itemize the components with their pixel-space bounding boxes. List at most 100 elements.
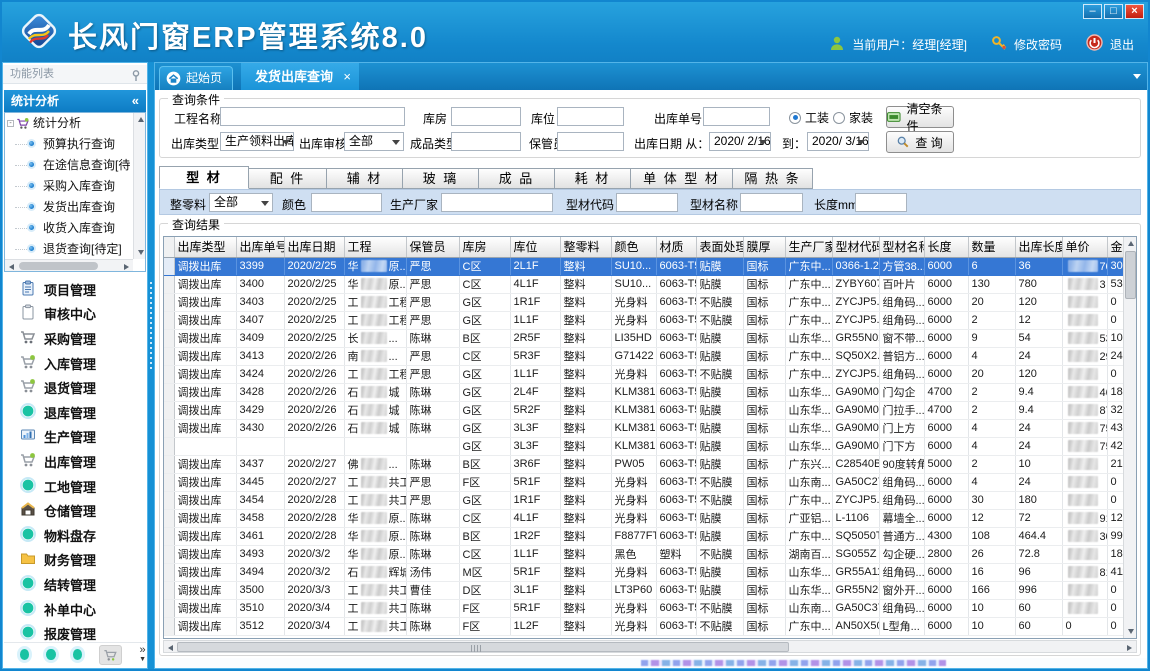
table-row[interactable]: 调拨出库34002020/2/25华原...严思C区4L1F整料SU10...6…	[164, 275, 1123, 293]
dot-icon[interactable]	[73, 649, 82, 660]
material-tab[interactable]: 成 品	[479, 168, 555, 189]
table-row[interactable]: 调拨出库34372020/2/27佛...陈琳B区3R6F整料PW056063-…	[164, 455, 1123, 473]
column-header[interactable]: 出库长度	[1015, 237, 1062, 257]
scroll-up-icon[interactable]	[134, 113, 146, 126]
column-header[interactable]: 出库日期	[284, 237, 344, 257]
tab-list-caret-icon[interactable]	[1133, 74, 1141, 79]
manufacturer-input[interactable]	[441, 193, 553, 212]
clear-conditions-button[interactable]: 清空条件	[886, 106, 954, 128]
search-button[interactable]: 查 询	[886, 131, 954, 153]
table-row[interactable]: 调拨出库34612020/2/28华原...陈琳B区1R2F整料F8877FT6…	[164, 527, 1123, 545]
audit-combo[interactable]: 全部	[344, 132, 404, 151]
scroll-up-icon[interactable]	[1124, 237, 1137, 250]
sidebar-menu-item[interactable]: 生产管理	[4, 425, 146, 450]
tree-item[interactable]: 收货入库查询	[5, 218, 145, 239]
table-horizontal-scrollbar[interactable]	[163, 640, 1137, 653]
sidebar-menu-item[interactable]: 采购管理	[4, 326, 146, 351]
project-name-input[interactable]	[220, 107, 405, 126]
table-row[interactable]: 调拨出库34282020/2/26石城陈琳G区2L4F整料KLM38176063…	[164, 383, 1123, 401]
collapse-icon[interactable]: «	[132, 90, 139, 112]
table-row[interactable]: 调拨出库35122020/3/4工共工程陈琳F区1L2F整料光身料6063-T5…	[164, 617, 1123, 635]
column-header[interactable]: 出库单号	[236, 237, 284, 257]
table-row[interactable]: 调拨出库34242020/2/26工工程严思G区1L1F整料光身料6063-T5…	[164, 365, 1123, 383]
length-input[interactable]	[855, 193, 907, 212]
sidebar-menu-item[interactable]: 仓储管理	[4, 498, 146, 523]
material-tab[interactable]: 配 件	[249, 168, 327, 189]
scrollbar-thumb[interactable]	[177, 642, 789, 652]
tab-close-icon[interactable]: ×	[343, 63, 351, 90]
sidebar-menu-item[interactable]: 退库管理	[4, 400, 146, 425]
radio-homewear[interactable]: 家装	[833, 109, 873, 126]
column-header[interactable]: 生产厂家	[785, 237, 832, 257]
close-button[interactable]: ×	[1125, 4, 1144, 19]
sidebar-menu-item[interactable]: 项目管理	[4, 277, 146, 302]
section-header-statistics[interactable]: 统计分析 «	[4, 90, 146, 112]
scroll-left-icon[interactable]	[164, 641, 177, 654]
date-to-picker[interactable]: 2020/ 3/16	[807, 132, 869, 151]
profile-name-input[interactable]	[740, 193, 803, 212]
radio-workwear[interactable]: 工装	[789, 109, 829, 126]
dot-icon[interactable]	[20, 649, 29, 660]
table-row[interactable]: 调拨出库34932020/3/2华原...陈琳C区1L1F整料黑色塑料不贴膜国标…	[164, 545, 1123, 563]
table-row[interactable]: 调拨出库34302020/2/26石城陈琳G区3L3F整料KLM38176063…	[164, 419, 1123, 437]
product-type-input[interactable]	[451, 132, 521, 151]
cart-shortcut-button[interactable]	[99, 645, 122, 665]
column-header[interactable]: 表面处理	[696, 237, 743, 257]
column-header[interactable]: 工程	[344, 237, 406, 257]
column-header[interactable]: 材质	[656, 237, 696, 257]
table-row[interactable]: 调拨出库34542020/2/28工共工程严思G区1R1F整料光身料6063-T…	[164, 491, 1123, 509]
tree-item[interactable]: 预算执行查询	[5, 134, 145, 155]
sidebar-menu-item[interactable]: 补单中心	[4, 597, 146, 622]
keeper-input[interactable]	[557, 132, 624, 151]
pin-icon[interactable]	[131, 69, 141, 80]
minimize-button[interactable]: –	[1083, 4, 1102, 19]
column-header[interactable]: 单价	[1062, 237, 1107, 257]
tab-outbound-query[interactable]: 发货出库查询 ×	[241, 63, 359, 90]
profile-code-input[interactable]	[616, 193, 678, 212]
column-header[interactable]: 型材名称	[879, 237, 924, 257]
material-tab[interactable]: 耗 材	[555, 168, 631, 189]
sidebar-menu-item[interactable]: 工地管理	[4, 474, 146, 499]
scroll-right-icon[interactable]	[1123, 641, 1136, 654]
sidebar-menu-item[interactable]: 财务管理	[4, 548, 146, 573]
tree-item[interactable]: 退货查询[待定]	[5, 239, 145, 260]
table-row[interactable]: 调拨出库34032020/2/25工工程严思G区1R1F整料光身料6063-T5…	[164, 293, 1123, 311]
column-header[interactable]: 金	[1107, 237, 1123, 257]
scrollbar-thumb[interactable]	[1125, 251, 1136, 299]
table-row[interactable]: G区3L3F整料KLM38176063-T5贴膜国标山东华...GA90M09.…	[164, 437, 1123, 455]
table-row[interactable]: 调拨出库34582020/2/28华原...陈琳C区4L1F整料光身料6063-…	[164, 509, 1123, 527]
table-row[interactable]: 调拨出库34452020/2/27工共工程严思F区5R1F整料光身料6063-T…	[164, 473, 1123, 491]
column-header[interactable]: 库位	[510, 237, 560, 257]
sidebar-menu-item[interactable]: 出库管理	[4, 449, 146, 474]
column-header[interactable]: 型材代码	[832, 237, 879, 257]
scrollbar-thumb[interactable]	[19, 262, 98, 270]
tree-horizontal-scrollbar[interactable]	[5, 259, 133, 271]
column-header[interactable]: 膜厚	[743, 237, 785, 257]
material-tab[interactable]: 辅 材	[327, 168, 403, 189]
tree-item[interactable]: 在途信息查询[待	[5, 155, 145, 176]
scroll-right-icon[interactable]	[120, 260, 133, 272]
sidebar-menu-item[interactable]: 入库管理	[4, 351, 146, 376]
tree-item[interactable]: 采购入库查询	[5, 176, 145, 197]
maximize-button[interactable]: □	[1104, 4, 1123, 19]
sidebar-menu-item[interactable]: 退货管理	[4, 375, 146, 400]
table-row[interactable]: 调拨出库34292020/2/26石城陈琳G区5R2F整料KLM38176063…	[164, 401, 1123, 419]
column-header[interactable]: 库房	[459, 237, 510, 257]
table-row[interactable]: 调拨出库34132020/2/26南...严思C区5R3F整料G71422606…	[164, 347, 1123, 365]
warehouse-input[interactable]	[451, 107, 521, 126]
tree-item[interactable]: 发货出库查询	[5, 197, 145, 218]
location-input[interactable]	[557, 107, 624, 126]
table-row[interactable]: 调拨出库34072020/2/25工工程严思G区1L1F整料光身料6063-T5…	[164, 311, 1123, 329]
column-header[interactable]: 保管员	[406, 237, 459, 257]
material-tab[interactable]: 单 体 型 材	[631, 168, 733, 189]
tree-expander-icon[interactable]: -	[7, 120, 14, 127]
column-header[interactable]: 出库类型	[174, 237, 236, 257]
material-tab[interactable]: 玻 璃	[403, 168, 479, 189]
date-from-picker[interactable]: 2020/ 2/16	[709, 132, 771, 151]
scroll-left-icon[interactable]	[5, 260, 18, 272]
dot-icon[interactable]	[46, 649, 55, 660]
scroll-down-icon[interactable]	[1124, 625, 1137, 638]
column-header[interactable]: 数量	[968, 237, 1015, 257]
table-row[interactable]: 调拨出库34942020/3/2石辉城汤伟M区5R1F整料光身料6063-T5贴…	[164, 563, 1123, 581]
logout-link[interactable]: 退出	[1110, 36, 1134, 53]
